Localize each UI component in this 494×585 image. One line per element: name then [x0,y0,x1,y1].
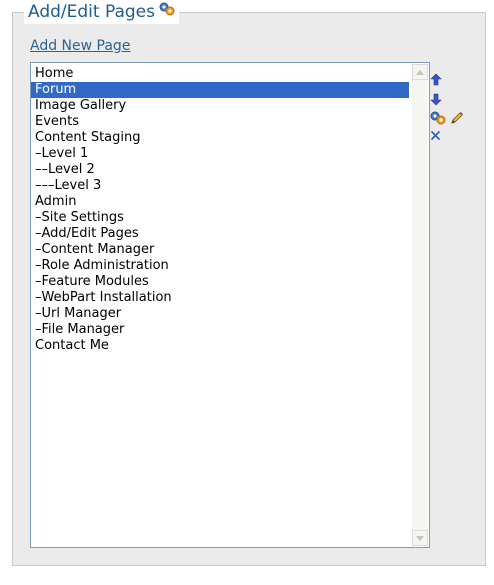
list-item[interactable]: –––Level 3 [31,178,409,194]
list-item[interactable]: Content Staging [31,130,409,146]
list-item[interactable]: –Add/Edit Pages [31,226,409,242]
scroll-down-button[interactable] [412,530,428,546]
gear-icon [159,1,175,16]
list-item[interactable]: Home [31,66,409,82]
list-item[interactable]: –File Manager [31,322,409,338]
list-item[interactable]: –Url Manager [31,306,409,322]
pages-list: Home Forum Image Gallery Events Content Stag… [31,66,409,354]
add-new-page-link[interactable]: Add New Page [30,38,130,54]
list-item[interactable]: –Role Administration [31,258,409,274]
delete-x-icon[interactable] [430,126,444,141]
list-item[interactable]: Image Gallery [31,98,409,114]
list-item[interactable]: –Site Settings [31,210,409,226]
list-item[interactable]: Contact Me [31,338,409,354]
list-item[interactable]: ––Level 2 [31,162,409,178]
pages-listbox[interactable]: Home Forum Image Gallery Events Content Stag… [30,62,430,548]
panel-legend: Add/Edit Pages [24,0,179,24]
page-title: Add/Edit Pages [28,2,155,22]
arrow-up-icon[interactable] [430,71,444,86]
list-item[interactable]: –Content Manager [31,242,409,258]
pencil-icon[interactable] [450,110,464,124]
arrow-down-icon[interactable] [430,91,444,106]
list-item[interactable]: –WebPart Installation [31,290,409,306]
list-item[interactable]: Admin [31,194,409,210]
list-item[interactable]: Forum [31,82,409,98]
list-item[interactable]: –Feature Modules [31,274,409,290]
listbox-scrollbar[interactable] [412,64,428,546]
scroll-up-button[interactable] [412,64,428,80]
gear-icon[interactable] [430,110,446,125]
list-item[interactable]: Events [31,114,409,130]
list-item[interactable]: –Level 1 [31,146,409,162]
